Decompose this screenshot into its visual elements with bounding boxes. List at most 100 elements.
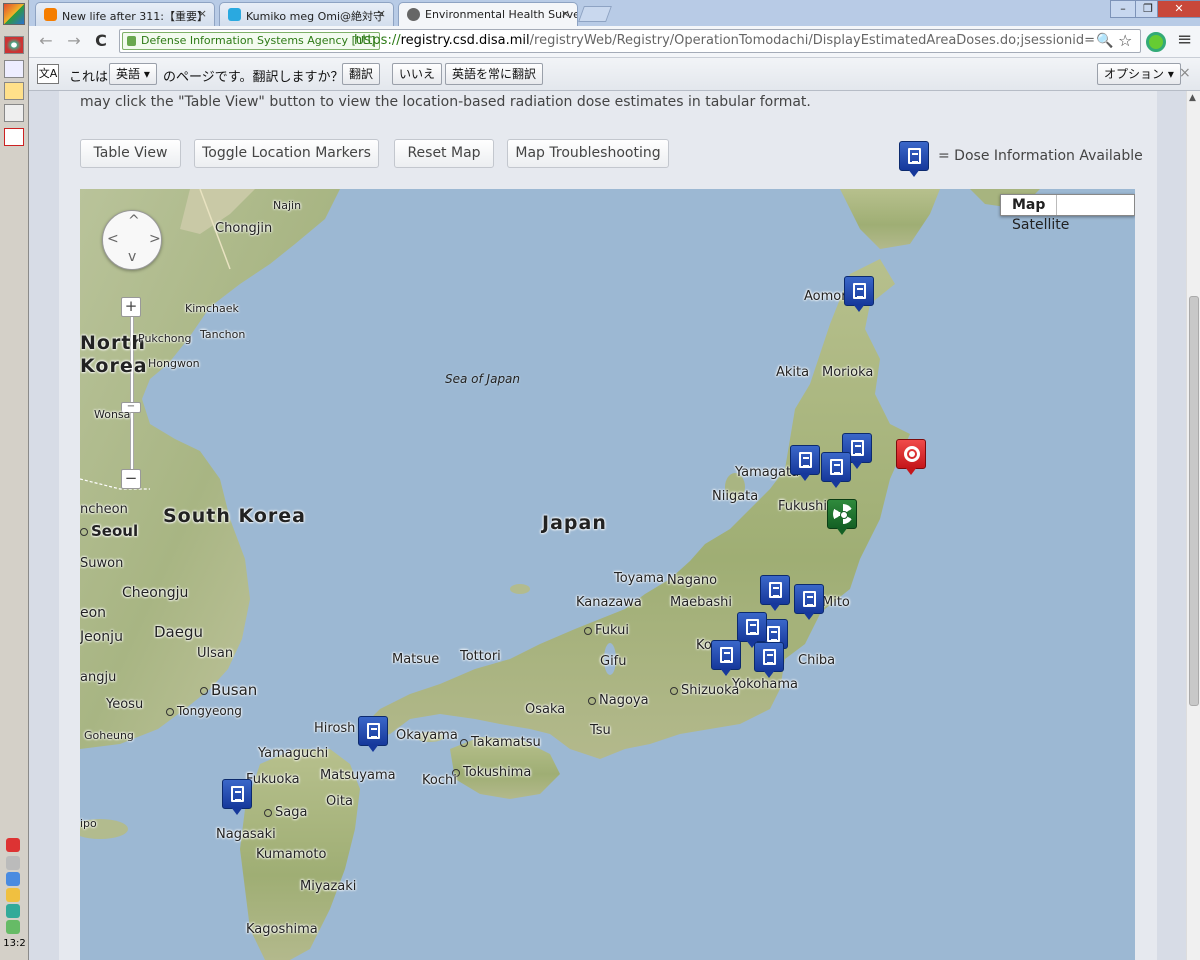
translate-options-button[interactable]: オプション ▾ bbox=[1097, 63, 1181, 85]
pdf-taskbar-icon[interactable] bbox=[4, 128, 24, 146]
target-marker-epicenter[interactable] bbox=[896, 439, 926, 475]
city-label: Ulsan bbox=[197, 646, 234, 661]
dose-marker-aomori[interactable] bbox=[844, 276, 874, 312]
city-label: Matsue bbox=[392, 652, 440, 667]
dose-marker-yamagata[interactable] bbox=[790, 445, 820, 481]
url-path: /registryWeb/Registry/OperationTomodachi… bbox=[529, 33, 1094, 48]
pan-down-icon[interactable]: v bbox=[128, 249, 136, 265]
pan-control[interactable]: ^ v < > bbox=[102, 210, 162, 270]
city-label: Seoul bbox=[80, 522, 138, 540]
address-bar[interactable]: Defense Information Systems Agency [US] … bbox=[119, 29, 1141, 53]
tray-expand-icon[interactable] bbox=[6, 856, 20, 870]
city-label: Yeosu bbox=[106, 697, 144, 712]
city-label: Kimchaek bbox=[185, 302, 239, 315]
city-label: Kagoshima bbox=[246, 922, 318, 937]
start-button[interactable] bbox=[3, 3, 25, 25]
bookmark-star-icon[interactable]: ☆ bbox=[1118, 31, 1132, 50]
search-icon[interactable]: 🔍 bbox=[1096, 33, 1113, 49]
toggle-location-markers-button[interactable]: Toggle Location Markers bbox=[194, 139, 379, 168]
tab-environmental-health[interactable]: Environmental Health Surve × bbox=[398, 2, 578, 26]
dose-marker-sasebo[interactable] bbox=[222, 779, 252, 815]
back-button[interactable]: ← bbox=[35, 30, 57, 52]
pan-left-icon[interactable]: < bbox=[107, 231, 119, 247]
always-translate-button[interactable]: 英語を常に翻訳 bbox=[445, 63, 544, 85]
reactor-marker-fukushima[interactable] bbox=[827, 499, 857, 535]
dose-marker-sendai-2[interactable] bbox=[821, 452, 851, 488]
scroll-up-icon[interactable]: ▲ bbox=[1189, 93, 1196, 103]
dose-marker-mito[interactable] bbox=[794, 584, 824, 620]
tray-update-icon[interactable] bbox=[6, 904, 20, 918]
country-label: North bbox=[80, 332, 146, 354]
oki-island-shape bbox=[510, 584, 530, 594]
dose-map[interactable]: Map Satellite ^ v < > + − − Najin Chongj… bbox=[80, 189, 1135, 960]
zoom-in-button[interactable]: + bbox=[121, 297, 141, 317]
city-label: Kumamoto bbox=[256, 847, 327, 862]
city-label: Yamaguchi bbox=[258, 746, 329, 761]
scrollbar-thumb[interactable] bbox=[1189, 296, 1199, 706]
mail-taskbar-icon[interactable] bbox=[4, 104, 24, 122]
translate-prefix: これは bbox=[69, 70, 109, 85]
dose-marker-iwakuni[interactable] bbox=[358, 716, 388, 752]
taskbar-clock: 13:2 bbox=[3, 938, 26, 949]
table-view-button[interactable]: Table View bbox=[80, 139, 181, 168]
country-label: Korea bbox=[80, 355, 148, 377]
city-label: Oita bbox=[326, 794, 353, 809]
url-text[interactable]: https://registry.csd.disa.mil/registryWe… bbox=[354, 33, 1094, 48]
no-translate-button[interactable]: いいえ bbox=[392, 63, 443, 85]
notepad-taskbar-icon[interactable] bbox=[4, 60, 24, 78]
map-troubleshooting-button[interactable]: Map Troubleshooting bbox=[507, 139, 669, 168]
city-label: Chongjin bbox=[215, 221, 273, 236]
city-label: Kochi bbox=[422, 773, 457, 788]
close-tab-icon[interactable]: × bbox=[377, 7, 386, 20]
korea-peninsula-shape bbox=[80, 189, 340, 749]
ev-certificate-badge[interactable]: Defense Information Systems Agency [US] bbox=[122, 32, 381, 50]
minimize-button[interactable]: – bbox=[1110, 0, 1136, 18]
city-label: Fukui bbox=[584, 623, 629, 638]
folder-taskbar-icon[interactable] bbox=[4, 82, 24, 100]
close-infobar-icon[interactable]: × bbox=[1179, 65, 1191, 81]
dose-marker-yokosuka[interactable] bbox=[754, 642, 784, 678]
language-select[interactable]: 英語 ▾ bbox=[109, 63, 157, 85]
reload-button[interactable]: C bbox=[90, 30, 112, 52]
window-close-button[interactable]: ✕ bbox=[1157, 0, 1200, 18]
city-label: Tsu bbox=[590, 723, 611, 738]
reset-map-button[interactable]: Reset Map bbox=[394, 139, 494, 168]
blogger-icon bbox=[44, 8, 57, 21]
city-label: Morioka bbox=[822, 365, 874, 380]
tray-network-icon[interactable] bbox=[6, 872, 20, 886]
city-label: Fukuoka bbox=[246, 772, 300, 787]
map-type-map-button[interactable]: Map bbox=[1001, 195, 1058, 215]
extension-icon[interactable] bbox=[1146, 32, 1166, 52]
new-tab-button[interactable] bbox=[578, 6, 612, 22]
chrome-taskbar-icon[interactable] bbox=[4, 36, 24, 54]
city-label: Maebashi bbox=[670, 595, 733, 610]
tab-strip: New life after 311:【重要】 × Kumiko meg Omi… bbox=[29, 0, 1200, 26]
tab-new-life[interactable]: New life after 311:【重要】 × bbox=[35, 2, 215, 26]
map-type-satellite-button[interactable]: Satellite bbox=[1001, 215, 1080, 235]
dose-marker-utsunomiya[interactable] bbox=[760, 575, 790, 611]
chrome-menu-icon[interactable]: ≡ bbox=[1177, 29, 1192, 50]
city-label: Takamatsu bbox=[460, 735, 541, 750]
page-scrollbar[interactable]: ▲ bbox=[1186, 91, 1200, 960]
forward-button[interactable]: → bbox=[63, 30, 85, 52]
close-tab-icon[interactable]: × bbox=[198, 7, 207, 20]
city-label: Nagoya bbox=[588, 693, 649, 708]
tab-title: New life after 311:【重要】 bbox=[62, 10, 208, 23]
pan-right-icon[interactable]: > bbox=[149, 231, 161, 247]
translate-button[interactable]: 翻訳 bbox=[342, 63, 381, 85]
tab-kumiko[interactable]: Kumiko meg Omi@絶対守 × bbox=[219, 2, 394, 26]
translate-infobar: 文A これは 英語 ▾ のページです。翻訳しますか？ 翻訳 いいえ 英語を常に翻… bbox=[29, 58, 1200, 91]
zoom-out-button[interactable]: − bbox=[121, 469, 141, 489]
intro-text: may click the "Table View" button to vie… bbox=[80, 94, 811, 110]
tray-antivirus-icon[interactable] bbox=[6, 838, 20, 852]
tray-volume-icon[interactable] bbox=[6, 920, 20, 934]
city-label: Wonsa bbox=[94, 408, 131, 421]
tray-warning-icon[interactable] bbox=[6, 888, 20, 902]
city-label: Hongwon bbox=[148, 357, 200, 370]
pan-up-icon[interactable]: ^ bbox=[128, 213, 140, 229]
dose-marker-atsugi[interactable] bbox=[711, 640, 741, 676]
city-label: ipo bbox=[80, 817, 97, 830]
city-label: Nagasaki bbox=[216, 827, 276, 842]
close-tab-icon[interactable]: × bbox=[561, 7, 570, 20]
city-label: Saga bbox=[264, 805, 307, 820]
